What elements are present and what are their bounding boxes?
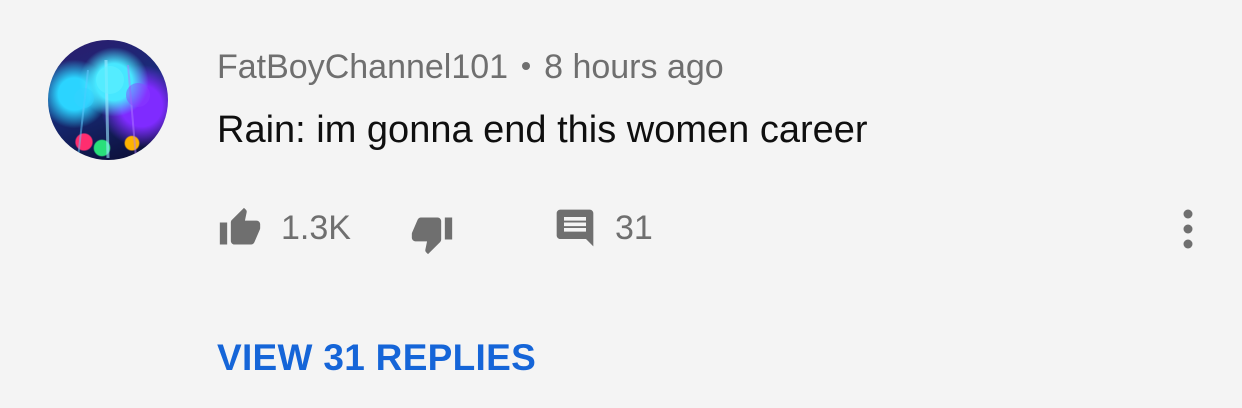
comment-actions: 1.3K 31 <box>217 200 1217 260</box>
like-count: 1.3K <box>281 209 351 247</box>
comment-header: FatBoyChannel101 8 hours ago <box>217 47 724 87</box>
view-replies-link[interactable]: VIEW 31 REPLIES <box>217 336 536 380</box>
thumbs-down-icon <box>409 212 455 256</box>
like-button[interactable]: 1.3K <box>217 200 351 256</box>
separator-dot <box>522 62 531 71</box>
comment-text: Rain: im gonna end this women career <box>217 109 868 151</box>
comment-timestamp: 8 hours ago <box>544 48 724 86</box>
more-vertical-icon <box>1170 209 1206 256</box>
dislike-button[interactable] <box>409 206 455 262</box>
more-options-button[interactable] <box>1170 206 1206 252</box>
comment-icon <box>553 206 597 250</box>
thumbs-up-icon <box>217 206 263 250</box>
reply-button[interactable]: 31 <box>553 200 653 256</box>
reply-count: 31 <box>615 209 653 247</box>
avatar[interactable] <box>48 40 168 160</box>
author-name[interactable]: FatBoyChannel101 <box>217 48 508 86</box>
